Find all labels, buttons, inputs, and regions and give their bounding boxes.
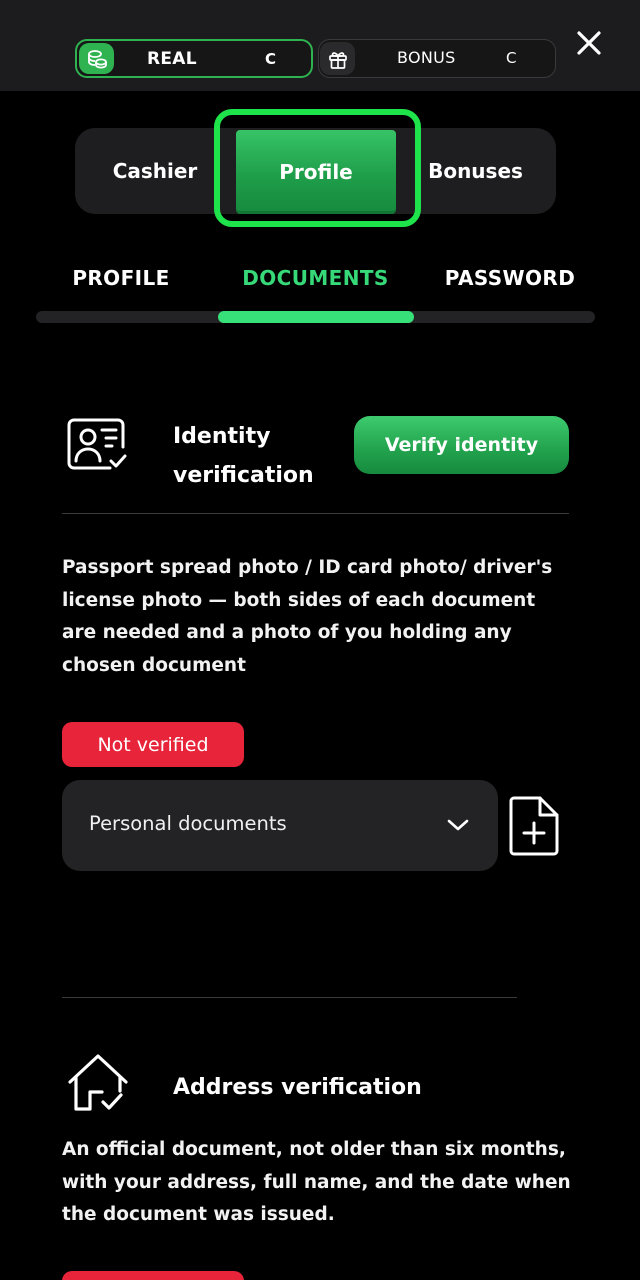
identity-description: Passport spread photo / ID card photo/ d… <box>62 557 553 676</box>
bonus-balance-pill[interactable]: BONUS C <box>318 39 556 78</box>
subtab-documents[interactable]: DOCUMENTS <box>218 266 413 296</box>
tab-profile[interactable]: Profile <box>236 130 396 214</box>
real-balance-pill[interactable]: REAL C <box>75 39 313 78</box>
subtab-password[interactable]: PASSWORD <box>430 266 590 296</box>
divider <box>62 513 569 514</box>
close-icon[interactable] <box>572 26 606 60</box>
real-balance-mark: C <box>265 50 277 68</box>
chevron-down-icon <box>446 816 470 834</box>
coins-icon <box>79 43 114 74</box>
gift-icon <box>320 42 355 75</box>
home-check-icon <box>66 1052 130 1116</box>
file-add-icon[interactable] <box>507 795 561 857</box>
balance-header: REAL C BONUS C <box>0 0 640 91</box>
identity-title: Identity verification <box>173 424 314 488</box>
address-title: Address verification <box>173 1075 422 1100</box>
subtab-active-indicator <box>218 311 414 323</box>
subtab-profile[interactable]: PROFILE <box>36 266 206 296</box>
document-type-select[interactable]: Personal documents <box>62 780 498 871</box>
address-status-badge <box>62 1271 244 1280</box>
id-card-icon <box>66 416 130 474</box>
real-balance-label: REAL <box>147 49 197 69</box>
tab-cashier[interactable]: Cashier <box>75 128 235 214</box>
bonus-balance-mark: C <box>506 49 517 67</box>
address-description: An official document, not older than six… <box>62 1139 571 1225</box>
document-type-value: Personal documents <box>89 812 287 835</box>
divider <box>62 997 517 998</box>
status-badge: Not verified <box>62 722 244 767</box>
bonus-balance-label: BONUS <box>397 48 456 67</box>
verify-identity-button[interactable]: Verify identity <box>354 416 569 474</box>
